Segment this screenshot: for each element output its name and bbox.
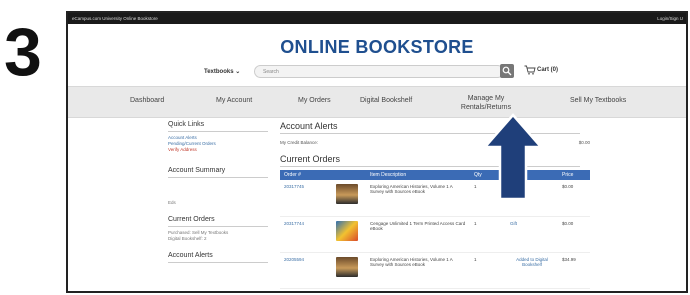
- item-status-digital-bookshelf-link[interactable]: Added to Digital Bookshelf: [506, 252, 558, 289]
- item-price: $0.00: [558, 180, 590, 217]
- item-qty: 1: [470, 216, 506, 253]
- search-icon: [502, 66, 512, 76]
- textbooks-dropdown[interactable]: Textbooks ⌄: [204, 68, 240, 75]
- item-price: $0.00: [558, 216, 590, 253]
- item-price: $34.99: [558, 252, 590, 289]
- table-row: 20317744 Cengage Unlimited 1 Term Printe…: [280, 216, 590, 253]
- account-summary-heading: Account Summary: [168, 167, 268, 178]
- item-description: Exploring American Histories, Volume 1 A…: [366, 252, 470, 289]
- order-number[interactable]: 20317745: [280, 180, 332, 217]
- search-button[interactable]: [500, 64, 514, 78]
- item-qty: 1: [470, 252, 506, 289]
- quick-links-heading: Quick Links: [168, 121, 268, 132]
- nav-my-orders[interactable]: My Orders: [298, 97, 331, 104]
- column-header-price: Price: [558, 170, 590, 180]
- nav-manage-rentals-returns[interactable]: Manage My Rentals/Returns: [456, 94, 516, 112]
- search-input[interactable]: Search: [254, 65, 504, 78]
- nav-dashboard[interactable]: Dashboard: [130, 97, 164, 104]
- order-number[interactable]: 20205594: [280, 252, 332, 289]
- order-number[interactable]: 20317744: [280, 216, 332, 253]
- column-header-order: Order #: [280, 170, 332, 180]
- main-nav: Dashboard My Account My Orders Digital B…: [68, 86, 686, 118]
- item-description: Cengage Unlimited 1 Term Printed Access …: [366, 216, 470, 253]
- column-header-description: Item Description: [366, 170, 470, 180]
- current-orders-heading: Current Orders: [168, 216, 268, 227]
- table-row: 20205594 Exploring American Histories, V…: [280, 252, 590, 289]
- column-header-image: [332, 170, 366, 180]
- orders-table: Order # Item Description Qty Status Pric…: [280, 170, 590, 289]
- sidebar: Quick Links Account Alerts Pending/Curre…: [168, 121, 268, 266]
- credit-label: My Credit Balance:: [280, 140, 319, 145]
- item-description: Exploring American Histories, Volume 1 A…: [366, 180, 470, 217]
- up-arrow-icon: [483, 113, 543, 201]
- textbooks-label: Textbooks: [204, 69, 234, 75]
- account-alerts-heading: Account Alerts: [168, 252, 268, 263]
- chevron-down-icon: ⌄: [235, 69, 241, 75]
- nav-sell-textbooks[interactable]: Sell My Textbooks: [570, 97, 626, 104]
- summary-text: Eds: [168, 200, 176, 205]
- browser-screenshot: eCampus.com University Online Bookstore …: [66, 11, 688, 293]
- item-status-gift-link[interactable]: Gift: [506, 216, 558, 253]
- cart-label: Cart (0): [537, 67, 559, 73]
- login-link[interactable]: Login/Sign U: [657, 16, 683, 21]
- nav-digital-bookshelf[interactable]: Digital Bookshelf: [360, 97, 412, 104]
- nav-my-account[interactable]: My Account: [216, 97, 252, 104]
- cart-icon: [524, 65, 536, 75]
- credit-value: $0.00: [578, 140, 590, 145]
- top-bar: eCampus.com University Online Bookstore …: [68, 13, 686, 24]
- digital-bookshelf-text: Digital Bookshelf: 2: [168, 236, 207, 241]
- sidebar-link-verify-address[interactable]: Verify Address: [168, 147, 268, 153]
- table-row: 20317745 Exploring American Histories, V…: [280, 180, 590, 217]
- site-title: ONLINE BOOKSTORE: [280, 37, 474, 57]
- book-cover: [332, 252, 366, 289]
- book-cover: [332, 180, 366, 217]
- book-cover: [332, 216, 366, 253]
- step-number: 3: [4, 14, 42, 90]
- topbar-site-label: eCampus.com University Online Bookstore: [72, 16, 158, 21]
